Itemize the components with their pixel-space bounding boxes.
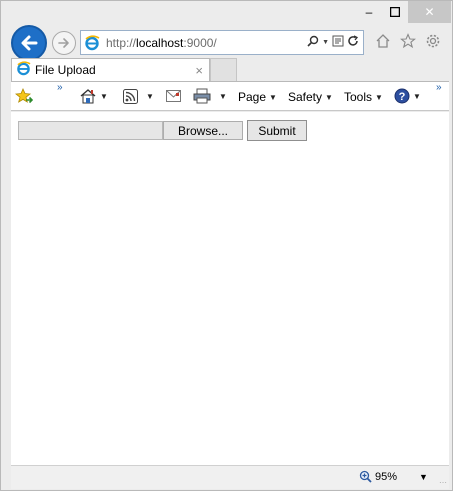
url-rest: :9000/ — [183, 35, 217, 50]
url-scheme: http:// — [106, 35, 137, 50]
arrow-left-icon — [21, 35, 38, 51]
safety-dropdown-icon: ▼ — [325, 92, 333, 102]
print-button[interactable]: ▼ — [193, 88, 227, 104]
tools-menu[interactable]: Tools ▼ — [344, 90, 383, 104]
maximize-icon — [390, 7, 400, 17]
printer-icon — [193, 88, 211, 104]
resize-grip-icon[interactable]: ⋯ — [439, 478, 447, 487]
compatibility-view-icon[interactable] — [332, 35, 344, 50]
new-tab-button[interactable] — [210, 58, 237, 81]
submit-button[interactable]: Submit — [247, 120, 307, 141]
status-bar: 95% ▼ ⋯ — [11, 465, 449, 489]
search-dropdown-icon[interactable]: ▼ — [322, 39, 329, 46]
forward-button[interactable] — [52, 31, 76, 55]
gear-icon[interactable] — [423, 31, 443, 51]
home-dropdown-icon[interactable]: ▼ — [100, 92, 108, 101]
help-icon: ? — [394, 88, 410, 104]
help-dropdown-icon: ▼ — [413, 91, 421, 101]
address-bar[interactable]: http://localhost:9000/ ▼ — [80, 30, 364, 55]
favorites-star-icon[interactable] — [398, 31, 418, 51]
url-text[interactable]: http://localhost:9000/ — [103, 36, 307, 50]
add-to-favorites-button[interactable] — [15, 87, 33, 105]
feeds-dropdown-icon[interactable]: ▼ — [146, 92, 154, 101]
zoom-level: 95% — [375, 470, 398, 483]
command-bar: » ▼ ▼ ▼ Page ▼ Safety ▼ Tools ▼ ? ▼ » — [11, 81, 449, 111]
chevron-more-right-icon[interactable]: » — [436, 82, 442, 93]
search-icon[interactable] — [307, 35, 319, 50]
arrow-right-icon — [58, 38, 69, 48]
tools-menu-label: Tools — [344, 90, 373, 104]
refresh-icon[interactable] — [347, 35, 359, 50]
favorites-add-icon — [15, 88, 33, 104]
mail-icon — [166, 90, 181, 102]
tab-title: File Upload — [35, 63, 96, 77]
print-dropdown-icon[interactable]: ▼ — [219, 92, 227, 101]
tab-file-upload[interactable]: File Upload × — [11, 58, 210, 81]
url-host: localhost — [136, 35, 184, 50]
tools-dropdown-icon: ▼ — [375, 92, 383, 102]
browse-button[interactable]: Browse... — [163, 121, 243, 140]
safety-menu-label: Safety — [288, 90, 323, 104]
minimize-icon: – — [365, 5, 373, 19]
home-button[interactable]: ▼ — [79, 88, 108, 104]
close-icon: ✕ — [424, 5, 435, 19]
feeds-button[interactable]: ▼ — [123, 89, 154, 104]
home-color-icon — [80, 89, 96, 104]
back-button[interactable] — [11, 25, 47, 61]
home-icon[interactable] — [373, 31, 393, 51]
page-content: Browse... Submit — [11, 112, 449, 465]
close-button[interactable]: ✕ — [408, 1, 451, 23]
svg-text:?: ? — [399, 91, 406, 103]
ie-logo-icon — [81, 32, 103, 54]
zoom-dropdown-icon[interactable]: ▼ — [419, 472, 428, 482]
rss-icon — [123, 89, 138, 104]
tab-close-icon[interactable]: × — [195, 63, 209, 78]
zoom-control[interactable]: 95% — [359, 470, 397, 483]
safety-menu[interactable]: Safety ▼ — [288, 90, 333, 104]
read-mail-button[interactable] — [166, 90, 181, 102]
maximize-button[interactable] — [382, 1, 408, 23]
help-menu[interactable]: ? ▼ — [394, 88, 421, 104]
page-menu[interactable]: Page ▼ — [238, 90, 277, 104]
page-menu-label: Page — [238, 90, 267, 104]
page-dropdown-icon: ▼ — [269, 92, 277, 102]
chevron-more-icon[interactable]: » — [57, 82, 63, 93]
zoom-icon — [359, 470, 372, 483]
browser-window: – ✕ http://localhost:9000/ ▼ File Upload… — [0, 0, 453, 491]
file-path-field[interactable] — [18, 121, 163, 140]
ie-tab-icon — [16, 61, 31, 79]
minimize-button[interactable]: – — [356, 1, 382, 23]
